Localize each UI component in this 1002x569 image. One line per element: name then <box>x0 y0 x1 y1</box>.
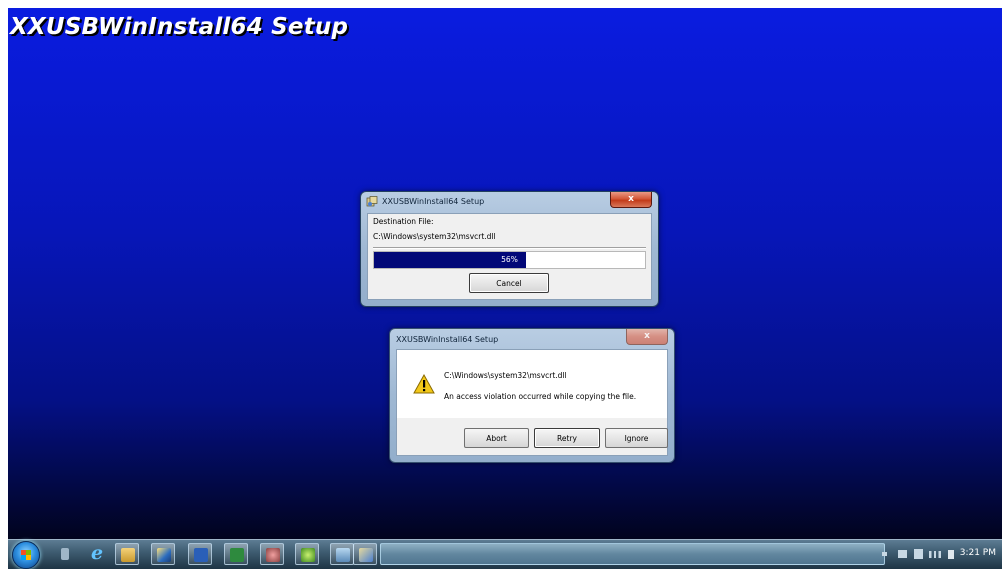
progress-percent-text: 56% <box>501 255 518 264</box>
progress-dialog-titlebar[interactable]: XXUSBWinInstall64 Setup x <box>361 192 658 213</box>
progress-bar: 56% <box>373 251 646 269</box>
error-dialog-title: XXUSBWinInstall64 Setup <box>396 335 499 344</box>
error-message: An access violation occurred while copyi… <box>444 392 637 401</box>
folder-icon <box>121 548 135 562</box>
clock[interactable]: 3:21 PM <box>960 548 996 558</box>
setup-icon <box>359 548 373 562</box>
cancel-button[interactable]: Cancel <box>469 273 549 293</box>
error-dialog-titlebar[interactable]: XXUSBWinInstall64 Setup x <box>390 329 674 349</box>
show-hidden-icons-icon[interactable] <box>882 552 887 556</box>
close-icon: x <box>628 194 634 204</box>
word-taskbar-button[interactable] <box>188 543 212 565</box>
word-icon <box>194 548 208 562</box>
active-window-taskbar-button[interactable] <box>380 543 885 565</box>
media-taskbar-button[interactable] <box>151 543 175 565</box>
explorer-icon <box>61 548 69 560</box>
divider <box>373 247 646 249</box>
app-taskbar-button[interactable] <box>260 543 284 565</box>
taskbar: e 3:21 PM <box>8 539 1002 569</box>
ignore-button[interactable]: Ignore <box>605 428 668 448</box>
retry-button[interactable]: Retry <box>534 428 600 448</box>
explorer-taskbar-button[interactable] <box>54 543 78 565</box>
media-icon <box>157 548 171 562</box>
action-center-icon[interactable] <box>898 550 907 558</box>
system-tray: 3:21 PM <box>882 540 1002 569</box>
excel-taskbar-button[interactable] <box>224 543 248 565</box>
desktop: XXUSBWinInstall64 Setup XXUSBWinInstall6… <box>8 8 1002 569</box>
internet-explorer-taskbar-button[interactable]: e <box>88 542 112 565</box>
setup-background-title: XXUSBWinInstall64 Setup <box>10 14 349 40</box>
error-dialog: XXUSBWinInstall64 Setup x C:\Windows\sys… <box>389 328 675 463</box>
warning-icon <box>413 374 435 394</box>
internet-explorer-icon: e <box>91 542 104 564</box>
network-icon[interactable] <box>929 551 941 558</box>
setup-app-icon <box>366 196 378 207</box>
message-area: C:\Windows\system32\msvcrt.dll An access… <box>397 350 667 418</box>
progress-dialog-body: Destination File: C:\Windows\system32\ms… <box>367 213 652 300</box>
volume-icon[interactable] <box>948 550 954 559</box>
destination-path: C:\Windows\system32\msvcrt.dll <box>373 232 496 241</box>
start-button[interactable] <box>12 541 40 569</box>
app-icon <box>266 548 280 562</box>
setup-taskbar-button[interactable] <box>353 543 377 565</box>
error-file-path: C:\Windows\system32\msvcrt.dll <box>444 371 567 380</box>
power-icon[interactable] <box>914 549 923 559</box>
progress-dialog: XXUSBWinInstall64 Setup x Destination Fi… <box>360 191 659 307</box>
abort-button[interactable]: Abort <box>464 428 529 448</box>
excel-icon <box>230 548 244 562</box>
app-icon-2 <box>301 548 315 562</box>
progress-dialog-title: XXUSBWinInstall64 Setup <box>382 197 485 206</box>
error-dialog-body: C:\Windows\system32\msvcrt.dll An access… <box>396 349 668 456</box>
close-button[interactable]: x <box>626 329 668 345</box>
app-taskbar-button-3[interactable] <box>330 543 354 565</box>
close-icon: x <box>644 331 650 341</box>
destination-label: Destination File: <box>373 217 434 226</box>
app-taskbar-button-2[interactable] <box>295 543 319 565</box>
folder-taskbar-button[interactable] <box>115 543 139 565</box>
app-icon-3 <box>336 548 350 562</box>
close-button[interactable]: x <box>610 192 652 208</box>
